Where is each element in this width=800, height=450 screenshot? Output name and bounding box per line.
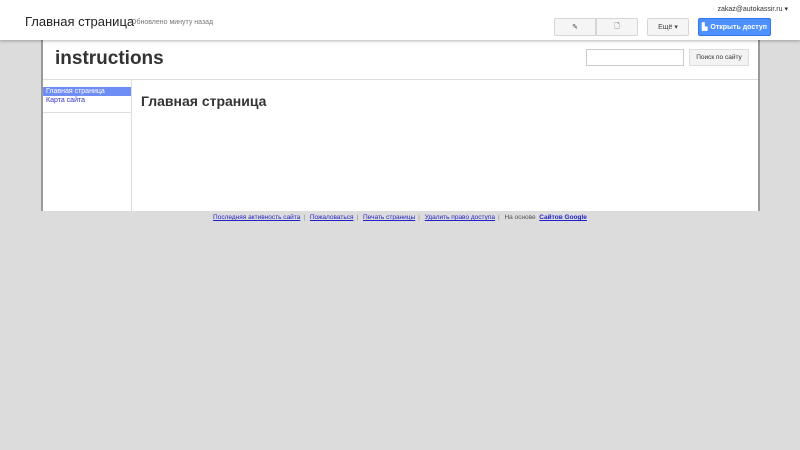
divider: [43, 112, 131, 113]
footer-link-report[interactable]: Пожаловаться: [310, 214, 354, 221]
sidebar-item-home[interactable]: Главная страница: [43, 87, 131, 96]
site-container: instructions Поиск по сайту Главная стра…: [41, 40, 760, 211]
search-button[interactable]: Поиск по сайту: [689, 49, 749, 66]
footer: Последняя активность сайта | Пожаловаться…: [213, 214, 587, 221]
user-email: zakaz@autokassir.ru: [717, 6, 783, 13]
edit-button[interactable]: ✎: [554, 18, 596, 36]
more-button[interactable]: Ещё ▾: [647, 18, 689, 36]
new-page-button[interactable]: 🗋: [596, 18, 638, 36]
sidebar-item-sitemap[interactable]: Карта сайта: [43, 96, 131, 105]
share-label: Открыть доступ: [710, 23, 767, 31]
more-label: Ещё: [658, 23, 673, 31]
chevron-down-icon: ▾: [674, 24, 678, 31]
chevron-down-icon: ▾: [784, 6, 788, 13]
footer-link-activity[interactable]: Последняя активность сайта: [213, 214, 300, 221]
updated-status: Обновлено минуту назад: [131, 19, 214, 26]
footer-link-print[interactable]: Печать страницы: [363, 214, 415, 221]
share-icon: ▙: [702, 24, 708, 31]
footer-link-remove-access[interactable]: Удалить право доступа: [425, 214, 495, 221]
powered-by-label: На основе: [504, 214, 536, 221]
new-page-icon: 🗋: [614, 22, 620, 30]
account-menu[interactable]: zakaz@autokassir.ru ▾: [717, 5, 788, 13]
top-bar: Главная страница Обновлено минуту назад …: [0, 0, 800, 40]
sidebar: Главная страница Карта сайта: [43, 80, 132, 211]
main-heading: Главная страница: [141, 93, 267, 109]
share-button[interactable]: ▙ Открыть доступ: [698, 18, 771, 36]
divider: [43, 79, 758, 80]
pencil-icon: ✎: [572, 24, 578, 31]
site-name[interactable]: instructions: [55, 48, 164, 70]
google-sites-link[interactable]: Сайтов Google: [539, 214, 587, 221]
search-input[interactable]: [586, 49, 684, 66]
page-title: Главная страница: [25, 14, 135, 29]
